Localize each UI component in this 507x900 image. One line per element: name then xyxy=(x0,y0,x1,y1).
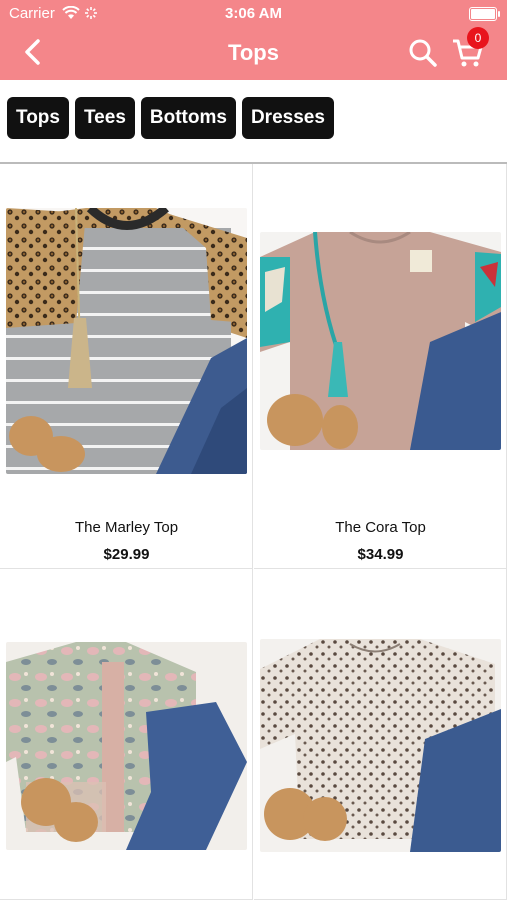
product-image[interactable] xyxy=(6,208,247,474)
product-card[interactable]: The Marley Top $29.99 xyxy=(0,164,253,569)
product-name[interactable]: The Marley Top xyxy=(0,519,253,536)
app-header: Carrier 3:06 AM Tops 0 xyxy=(0,0,507,80)
filter-chip-dresses[interactable]: Dresses xyxy=(241,97,334,139)
product-grid: The Marley Top $29.99 The Cora Top $34.9… xyxy=(0,164,507,900)
category-filters: Tops Tees Bottoms Dresses xyxy=(7,97,334,141)
product-card[interactable] xyxy=(0,569,253,900)
product-name[interactable]: The Cora Top xyxy=(254,519,507,536)
product-price: $34.99 xyxy=(357,546,404,563)
status-time: 3:06 AM xyxy=(225,5,282,22)
filter-chip-tees[interactable]: Tees xyxy=(74,97,135,139)
filter-chip-bottoms[interactable]: Bottoms xyxy=(140,97,236,139)
battery-icon xyxy=(469,7,500,21)
product-image[interactable] xyxy=(260,639,501,852)
filter-chip-tops[interactable]: Tops xyxy=(7,97,69,139)
product-card[interactable] xyxy=(254,569,507,900)
product-card[interactable]: The Cora Top $34.99 xyxy=(254,164,507,569)
product-image[interactable] xyxy=(260,232,501,450)
status-bar: Carrier 3:06 AM xyxy=(0,0,507,28)
search-icon[interactable] xyxy=(408,38,438,68)
cart-count-badge: 0 xyxy=(467,27,489,49)
product-price: $29.99 xyxy=(103,546,150,563)
product-image[interactable] xyxy=(6,642,247,850)
